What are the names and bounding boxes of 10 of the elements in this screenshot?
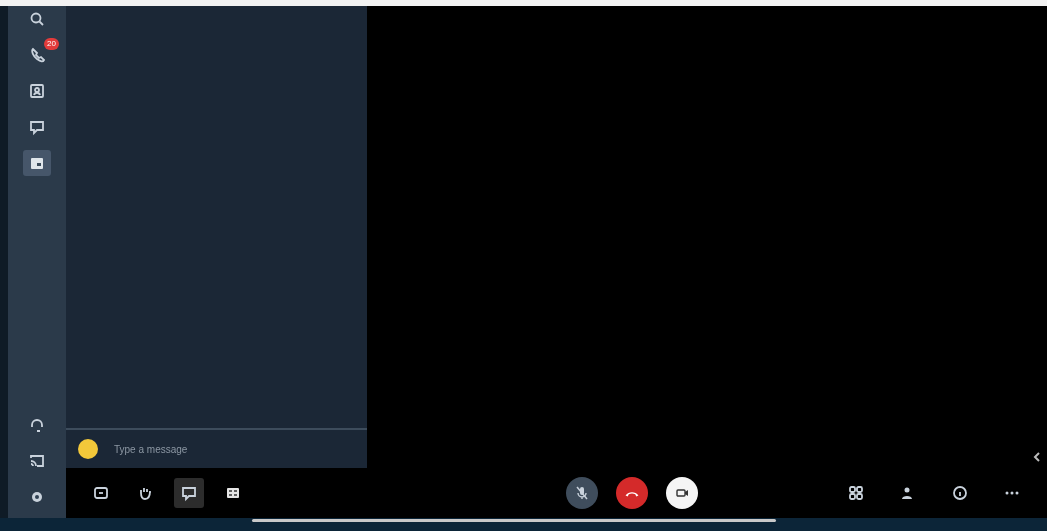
chevron-icon[interactable] [1033,452,1041,462]
hang-up-button[interactable] [615,477,648,509]
phone-icon [624,489,639,497]
message-field[interactable]: Type a message [112,442,367,456]
emoji-icon[interactable] [78,439,98,459]
chat-icon[interactable] [174,478,204,508]
count-badge: 20 [44,38,59,50]
microphone-muted-button[interactable] [565,477,598,509]
calendar-icon[interactable] [23,150,51,176]
camera-button[interactable] [665,477,698,509]
